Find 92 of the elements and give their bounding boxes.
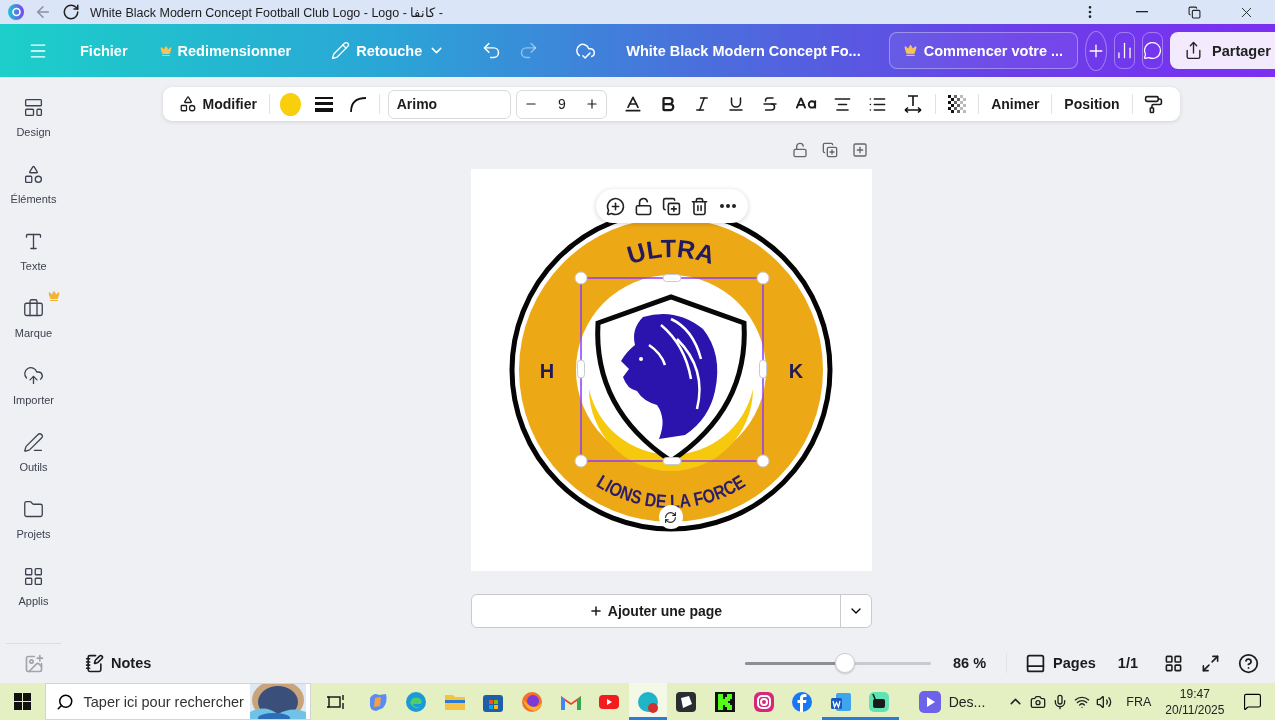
camera-icon[interactable] [1030,693,1047,710]
rotate-icon [664,510,677,524]
shapes-icon [178,95,197,113]
design-text: K [788,360,803,383]
app-icon [674,689,699,714]
task-view-icon [327,693,346,710]
block-icon [713,689,738,714]
minimize-icon [1136,11,1148,13]
color-swatch[interactable] [279,92,301,116]
lock-icon [634,196,653,216]
sidebar-item[interactable]: Design [1,89,66,151]
clock[interactable]: 19:47 20/11/2025 [1159,685,1231,718]
font-size-field[interactable]: 9 [557,96,566,112]
design-text: ULTRA [623,233,718,269]
app-logo-icon [8,4,24,20]
sidebar-item[interactable]: Projets [1,491,66,553]
video-icon [918,690,941,713]
date-text: 20/11/2025 [1165,701,1225,718]
reload-icon[interactable] [62,3,80,21]
speech-bubble-icon [1243,692,1263,711]
edit-shape-button[interactable]: Modifier [170,89,265,119]
share-icon [1184,41,1204,60]
design-text: H [539,360,554,383]
sidebar-item[interactable]: Marque [1,290,66,352]
layout-icon [23,97,44,118]
pen-icon [23,432,44,453]
sidebar-item[interactable]: Éléments [1,156,66,218]
resize-handle[interactable] [662,457,681,465]
briefcase-icon [23,298,44,319]
pages-icon [1025,652,1047,674]
app-icon [635,689,660,714]
sidebar-item[interactable]: Texte [1,223,66,285]
robot-icon [867,689,892,714]
page-count[interactable]: 1/1 [1111,651,1144,675]
search-field[interactable]: Taper ici pour rechercher [44,683,311,720]
upload-icon [23,365,44,386]
font-field[interactable]: Arimo [387,89,512,119]
window-title: White Black Modern Concept Football Club Logo - Logo - كانفا - [90,4,443,20]
sidebar-item[interactable]: Importer [1,357,66,419]
duplicate-icon [662,196,681,216]
grid-icon [1164,653,1183,673]
notes-button[interactable]: Notes [79,649,158,677]
volume-icon[interactable] [1096,693,1113,710]
restore-icon [1187,5,1201,19]
resize-handle[interactable] [576,359,585,379]
plus-icon [585,97,600,111]
curve-icon [348,95,367,113]
lock-icon[interactable] [791,142,808,158]
strikethrough-icon [761,95,780,113]
spacing-icon [903,94,924,114]
browser-icon [404,689,429,714]
slider-thumb[interactable] [835,652,856,673]
windows-icon [13,693,31,710]
camera-icon [751,689,776,714]
underline-icon [727,95,746,113]
insights-button[interactable] [1114,32,1136,69]
share-button[interactable]: Partager [1170,32,1275,69]
checkerboard-icon [948,95,967,113]
add-page-icon[interactable] [851,142,868,158]
sidebar-item[interactable]: Outils [1,424,66,486]
sidebar-item[interactable]: Applis [1,558,66,620]
taskbar-window[interactable]: Des... [910,690,994,713]
animate-button[interactable]: Animer [983,89,1048,119]
zoom-reading: 86 % [953,655,987,671]
comment-plus-icon [606,196,625,216]
browser-icon [520,689,545,714]
position-button[interactable]: Position [1056,89,1128,119]
help-icon [1238,652,1259,674]
time-text: 19:47 [1179,685,1210,702]
speech-bubble-icon [1143,41,1163,60]
pages-button[interactable]: Pages [1019,648,1102,678]
grid-icon [23,566,44,587]
expand-icon [1201,653,1220,673]
folder-icon [23,499,44,520]
language-indicator[interactable]: FRA [1126,694,1152,709]
plus-icon [588,604,603,618]
search-placeholder: Taper ici pour rechercher [83,693,244,710]
search-icon [55,692,74,711]
trash-icon [690,196,709,216]
shapes-icon [23,164,44,185]
line-weight-icon [314,96,333,112]
duplicate-icon[interactable] [821,142,838,158]
trial-button[interactable]: Commencer votre ... [888,32,1079,69]
resize-handle[interactable] [662,274,681,282]
document-title: White Black Modern Concept Fo... [626,42,861,59]
pencil-icon [331,41,351,60]
resize-handle[interactable] [758,359,767,379]
app-icon [790,689,815,714]
notes-icon [85,653,104,673]
paint-roller-icon [1144,94,1164,114]
ellipsis-icon [719,204,736,208]
text-icon [23,231,44,252]
